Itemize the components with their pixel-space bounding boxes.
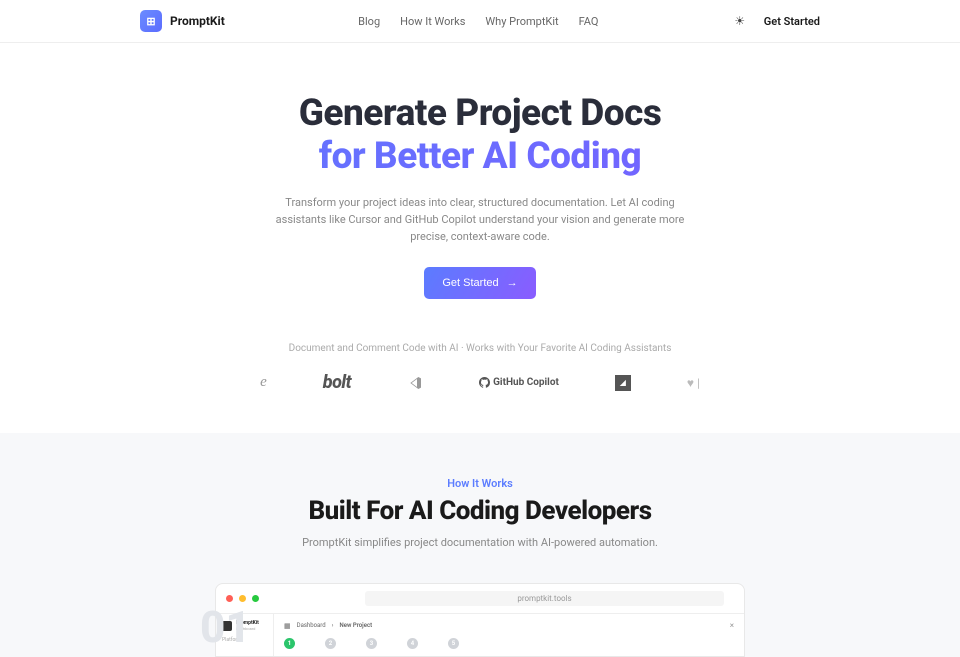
lovable-logo-icon: ♥ | <box>687 376 700 390</box>
how-it-works-section: How It Works Built For AI Coding Develop… <box>0 433 960 657</box>
nav-faq[interactable]: FAQ <box>579 15 599 28</box>
nav-why-promptkit[interactable]: Why PromptKit <box>485 15 558 28</box>
browser-mock: promptkit.tools PromptKit Dashboard Plat… <box>215 583 745 657</box>
close-icon: × <box>730 621 734 630</box>
github-copilot-logo: GitHub Copilot <box>479 377 559 388</box>
bolt-logo: bolt <box>323 372 351 393</box>
chevron-right-icon: › <box>332 622 334 629</box>
windsurf-logo-icon: ◢ <box>615 375 631 391</box>
step-dot-3: 3 <box>366 638 377 649</box>
step-dot-1: 1 <box>284 638 295 649</box>
mock-wrap: 01 promptkit.tools PromptKit Dashboard <box>20 583 940 657</box>
get-started-link[interactable]: Get Started <box>764 15 820 28</box>
nav-how-it-works[interactable]: How It Works <box>400 15 465 28</box>
hero-description: Transform your project ideas into clear,… <box>270 194 690 245</box>
mock-app: PromptKit Dashboard Platform ▦ Dashboard… <box>216 614 744 656</box>
section-description: PromptKit simplifies project documentati… <box>20 536 940 549</box>
cta-label: Get Started <box>442 277 498 289</box>
crumb-dashboard: Dashboard <box>297 622 326 629</box>
github-icon <box>479 377 490 388</box>
step-number: 01 <box>200 601 251 653</box>
arrow-right-icon: → <box>507 277 518 289</box>
hero-title-line2: for Better AI Coding <box>20 136 940 179</box>
cursor-logo-icon: e <box>260 374 267 391</box>
hero-title: Generate Project Docs for Better AI Codi… <box>20 93 940 178</box>
section-title: Built For AI Coding Developers <box>20 496 940 526</box>
step-dot-4: 4 <box>407 638 418 649</box>
brand[interactable]: ⊞ PromptKit <box>140 10 225 32</box>
theme-toggle-icon[interactable]: ☀ <box>732 13 748 29</box>
grid-icon: ▦ <box>284 622 291 630</box>
mock-steps: 1 2 3 4 5 <box>284 638 734 649</box>
mock-main: ▦ Dashboard › New Project × 1 2 3 4 5 <box>274 614 744 656</box>
vscode-logo-icon <box>407 375 423 391</box>
step-dot-2: 2 <box>325 638 336 649</box>
nav-blog[interactable]: Blog <box>358 15 380 28</box>
assistants-label: Document and Comment Code with AI · Work… <box>20 343 940 354</box>
hero-section: Generate Project Docs for Better AI Codi… <box>0 43 960 433</box>
mock-breadcrumb: ▦ Dashboard › New Project × <box>284 621 734 630</box>
brand-name: PromptKit <box>170 14 225 28</box>
site-header: ⊞ PromptKit Blog How It Works Why Prompt… <box>0 0 960 43</box>
hero-title-line1: Generate Project Docs <box>299 92 662 135</box>
get-started-button[interactable]: Get Started → <box>424 267 535 299</box>
section-eyebrow: How It Works <box>20 477 940 490</box>
logos-row: e bolt GitHub Copilot ◢ ♥ | <box>20 372 940 393</box>
window-maximize-icon <box>252 595 259 602</box>
crumb-new-project: New Project <box>339 622 372 629</box>
brand-icon: ⊞ <box>140 10 162 32</box>
header-right: ☀ Get Started <box>732 13 820 29</box>
browser-bar: promptkit.tools <box>216 584 744 614</box>
url-bar: promptkit.tools <box>365 591 724 606</box>
top-nav: Blog How It Works Why PromptKit FAQ <box>358 15 598 28</box>
step-dot-5: 5 <box>448 638 459 649</box>
copilot-label: GitHub Copilot <box>493 377 559 388</box>
